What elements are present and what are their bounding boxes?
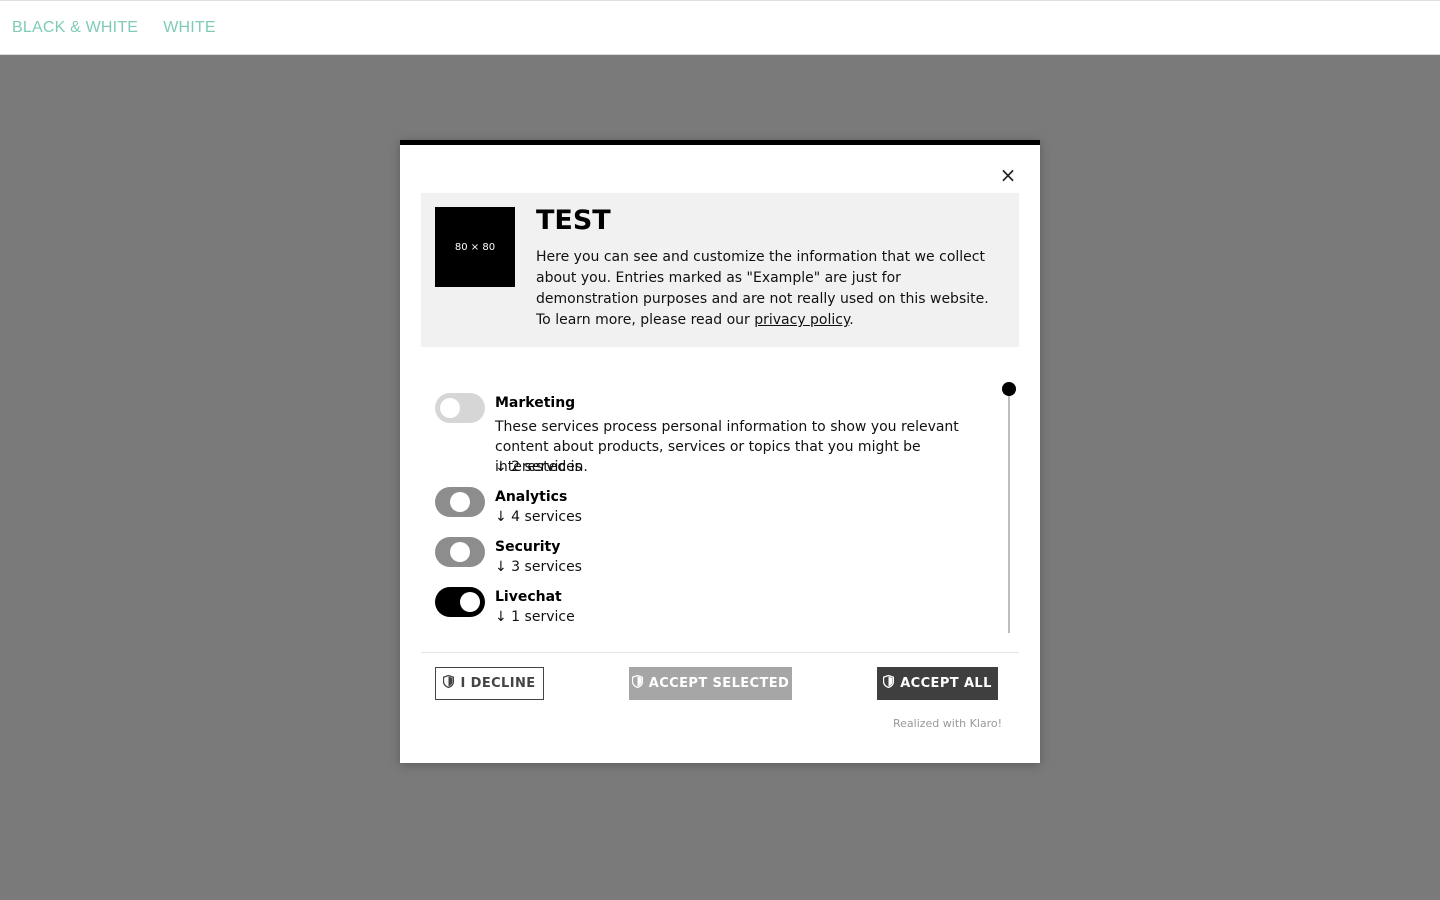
footer-divider [421, 652, 1019, 653]
modal-title: TEST [536, 205, 611, 236]
description-end: . [849, 312, 854, 328]
powered-by-link[interactable]: Realized with Klaro! [893, 717, 1002, 730]
decline-label: I DECLINE [460, 676, 536, 691]
privacy-policy-link[interactable]: privacy policy [754, 312, 849, 328]
logo-placeholder: 80 × 80 [435, 207, 515, 287]
scrollbar-track[interactable] [1008, 388, 1010, 633]
purpose-list[interactable]: Marketing These services process persona… [435, 385, 995, 633]
purpose-title: Security [495, 539, 561, 555]
scrollbar-thumb[interactable] [1002, 382, 1016, 396]
modal-header: 80 × 80 TEST Here you can see and custom… [421, 193, 1019, 347]
purpose-title: Livechat [495, 589, 562, 605]
accept-selected-button[interactable]: ACCEPT SELECTED [629, 667, 792, 700]
purpose-services-toggle[interactable]: ↓ 2 services [495, 459, 582, 475]
accept-selected-label: ACCEPT SELECTED [648, 676, 790, 691]
analytics-toggle[interactable] [435, 487, 485, 517]
accept-all-label: ACCEPT ALL [900, 676, 992, 691]
toggle-knob [450, 542, 470, 562]
consent-modal: × 80 × 80 TEST Here you can see and cust… [400, 140, 1040, 763]
purpose-services-toggle[interactable]: ↓ 3 services [495, 559, 582, 575]
modal-description: Here you can see and customize the infor… [536, 247, 996, 331]
nav-link-white[interactable]: WHITE [163, 19, 216, 37]
toggle-knob [440, 398, 460, 418]
security-toggle[interactable] [435, 537, 485, 567]
decline-button[interactable]: I DECLINE [435, 667, 544, 700]
nav-link-black-white[interactable]: BLACK & WHITE [12, 19, 138, 37]
purpose-services-toggle[interactable]: ↓ 1 service [495, 609, 575, 625]
purpose-services-toggle[interactable]: ↓ 4 services [495, 509, 582, 525]
toggle-knob [450, 492, 470, 512]
toggle-knob [460, 592, 480, 612]
shield-icon [883, 674, 895, 692]
marketing-toggle[interactable] [435, 393, 485, 423]
shield-icon [443, 674, 455, 692]
close-icon[interactable]: × [998, 165, 1018, 185]
livechat-toggle[interactable] [435, 587, 485, 617]
top-navigation: BLACK & WHITE WHITE [0, 0, 1440, 55]
accept-all-button[interactable]: ACCEPT ALL [877, 667, 998, 700]
purpose-title: Marketing [495, 395, 576, 411]
shield-icon [631, 674, 644, 692]
purpose-title: Analytics [495, 489, 568, 505]
